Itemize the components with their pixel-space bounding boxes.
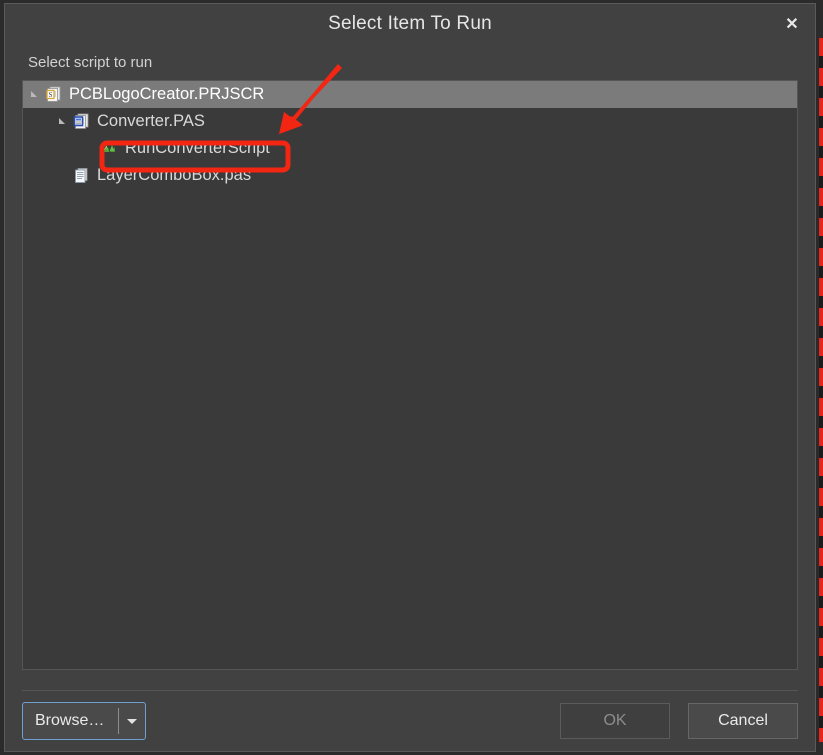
- expand-collapse-arrow-icon: [85, 142, 98, 155]
- right-edge-marker-strip: [819, 38, 823, 742]
- expand-collapse-arrow-icon[interactable]: [57, 115, 70, 128]
- project-script-file-icon: S: [45, 86, 62, 104]
- svg-text:S: S: [48, 91, 52, 99]
- close-icon[interactable]: ✕: [769, 4, 815, 44]
- dialog-titlebar: Select Item To Run ✕: [5, 4, 815, 44]
- tree-item-layercombobox-pas[interactable]: LayerComboBox.pas: [23, 162, 797, 189]
- tree-item-run-converter-script[interactable]: RunConverterScript: [23, 135, 797, 162]
- dialog-footer: Browse… OK Cancel: [5, 691, 815, 751]
- tree-item-label: RunConverterScript: [125, 139, 270, 157]
- browse-button[interactable]: Browse…: [23, 703, 118, 739]
- tree-item-converter-pas[interactable]: Converter.PAS: [23, 108, 797, 135]
- chevron-down-icon: [127, 718, 138, 724]
- expand-collapse-arrow-icon[interactable]: [29, 88, 42, 101]
- procedure-icon: [101, 140, 118, 158]
- tree-item-label: LayerComboBox.pas: [97, 166, 252, 184]
- browse-dropdown-button[interactable]: [119, 703, 145, 739]
- tree-item-project[interactable]: S PCBLogoCreator.PRJSCR: [23, 81, 797, 108]
- script-tree-panel[interactable]: S PCBLogoCreator.PRJSCR Converter.PAS Ru…: [22, 80, 798, 670]
- cancel-button[interactable]: Cancel: [688, 703, 798, 739]
- ok-button[interactable]: OK: [560, 703, 670, 739]
- expand-collapse-arrow-icon: [57, 169, 70, 182]
- browse-split-button[interactable]: Browse…: [22, 702, 147, 740]
- tree-item-label: PCBLogoCreator.PRJSCR: [69, 85, 265, 103]
- dialog-body: Select script to run S PCBLogoCreator.PR…: [5, 44, 815, 690]
- pascal-script-file-icon: [73, 113, 90, 131]
- dialog-title: Select Item To Run: [328, 13, 492, 34]
- prompt-label: Select script to run: [28, 54, 153, 71]
- select-item-to-run-dialog: Select Item To Run ✕ Select script to ru…: [4, 3, 816, 752]
- pascal-document-icon: [73, 167, 90, 185]
- tree-item-label: Converter.PAS: [97, 112, 205, 130]
